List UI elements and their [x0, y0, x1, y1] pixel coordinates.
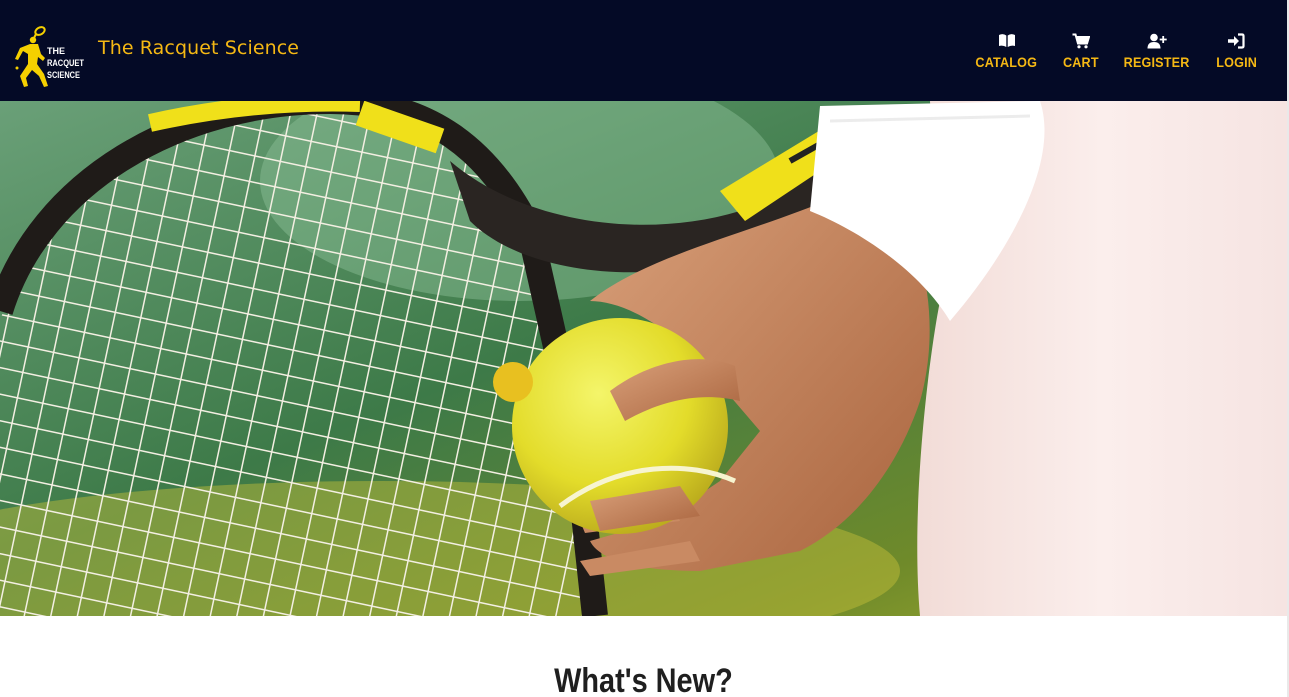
- nav-catalog-label: CATALOG: [975, 54, 1038, 70]
- nav-links: CATALOG CART REGISTER LOGIN: [972, 33, 1259, 70]
- hero-image: [0, 101, 1287, 616]
- nav-login-label: LOGIN: [1215, 54, 1257, 70]
- logo-line-2: RACQUET: [47, 58, 84, 68]
- nav-catalog[interactable]: CATALOG: [972, 33, 1041, 70]
- nav-cart[interactable]: CART: [1061, 33, 1101, 70]
- nav-cart-label: CART: [1062, 54, 1099, 70]
- section-title-whats-new: What's New?: [554, 662, 733, 697]
- logo-line-3: SCIENCE: [47, 70, 80, 80]
- sign-in-icon: [1228, 33, 1245, 49]
- logo-line-1: THE: [47, 46, 65, 56]
- tennis-player-logo[interactable]: THE RACQUET SCIENCE: [14, 24, 86, 90]
- navbar: THE RACQUET SCIENCE The Racquet Science …: [0, 0, 1287, 101]
- nav-login[interactable]: LOGIN: [1214, 33, 1259, 70]
- shopping-cart-icon: [1072, 33, 1090, 49]
- user-plus-icon: [1147, 33, 1167, 49]
- nav-register-label: REGISTER: [1124, 54, 1190, 70]
- brand-name[interactable]: The Racquet Science: [98, 37, 299, 59]
- book-open-icon: [998, 34, 1015, 47]
- nav-register[interactable]: REGISTER: [1120, 33, 1193, 70]
